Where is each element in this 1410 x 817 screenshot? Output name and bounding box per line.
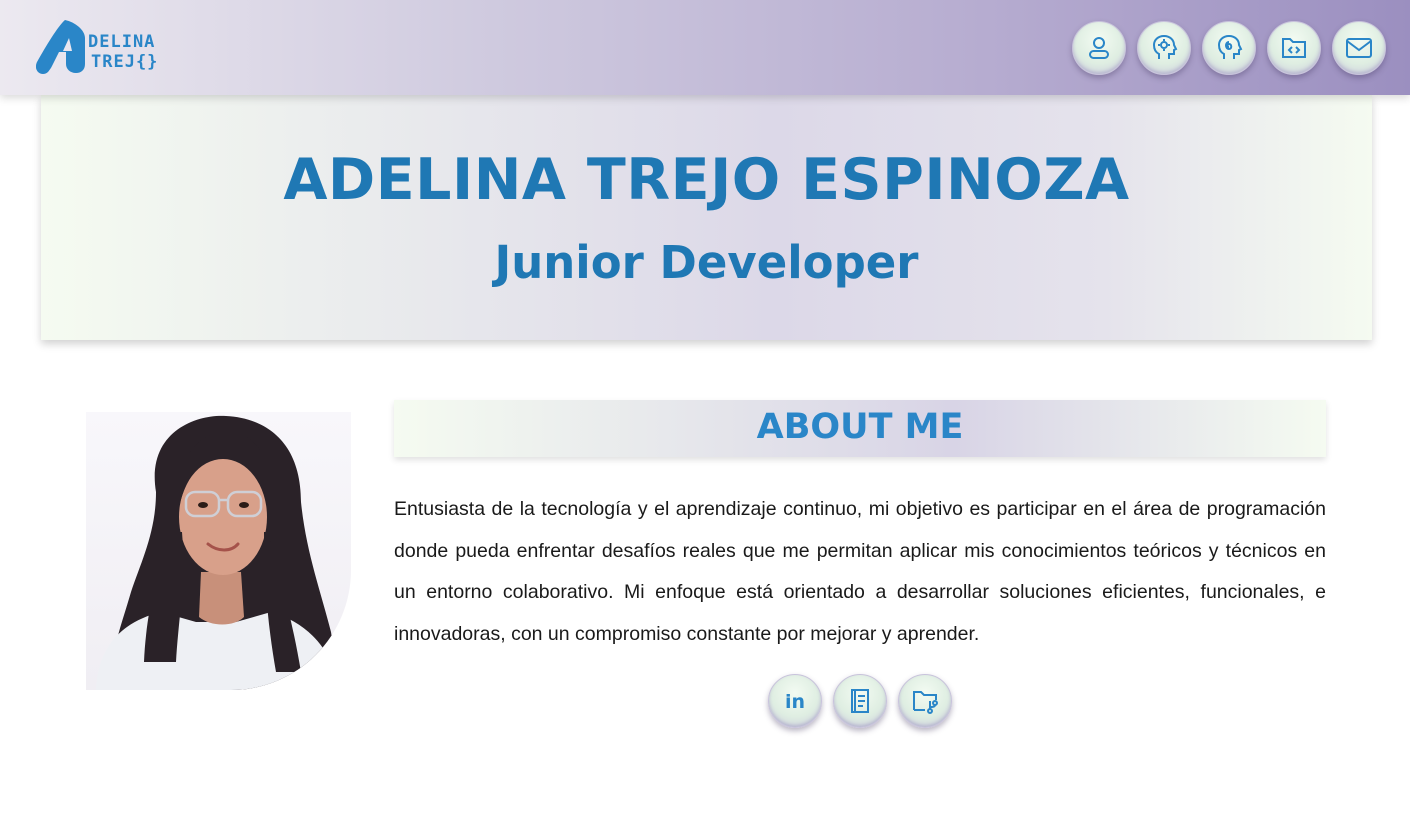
nav-soft-skills-button[interactable] — [1202, 21, 1256, 75]
linkedin-button[interactable]: in — [768, 674, 822, 728]
hero-name: ADELINA TREJO ESPINOZA — [283, 147, 1130, 213]
hero-role: Junior Developer — [494, 236, 919, 289]
head-gear-icon — [1152, 34, 1178, 59]
top-navbar: DELINA TREJ{} — [0, 0, 1410, 95]
logo-line-1: DELINA — [88, 32, 156, 52]
logo-line-2: TREJ{} — [91, 52, 159, 72]
site-logo[interactable]: DELINA TREJ{} — [33, 18, 168, 76]
mail-icon — [1346, 38, 1372, 58]
nav-skills-button[interactable] — [1137, 21, 1191, 75]
linkedin-icon: in — [785, 691, 805, 713]
resume-button[interactable] — [833, 674, 887, 728]
head-spiral-icon — [1217, 34, 1243, 59]
nav-contact-button[interactable] — [1332, 21, 1386, 75]
profile-photo — [86, 412, 351, 690]
logo-mark-icon — [36, 20, 85, 74]
about-header: ABOUT ME — [394, 400, 1326, 457]
folder-code-icon — [1282, 38, 1306, 58]
nav-about-button[interactable] — [1072, 21, 1126, 75]
document-icon — [851, 689, 869, 713]
portrait-image — [96, 415, 341, 690]
about-paragraph: Entusiasta de la tecnología y el aprendi… — [394, 498, 1326, 645]
nav-projects-button[interactable] — [1267, 21, 1321, 75]
logo-text: DELINA TREJ{} — [88, 32, 158, 72]
svg-text:in: in — [785, 691, 805, 713]
user-icon — [1089, 37, 1109, 59]
about-title: ABOUT ME — [756, 407, 964, 447]
repository-button[interactable] — [898, 674, 952, 728]
hero-banner: ADELINA TREJO ESPINOZA Junior Developer — [41, 95, 1372, 340]
social-links: in — [768, 674, 952, 728]
folder-branch-icon — [913, 691, 938, 714]
nav-icons — [1072, 21, 1386, 75]
